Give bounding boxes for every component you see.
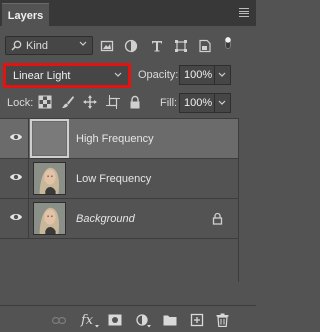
eye-visibility-icon[interactable] [9, 212, 23, 222]
layer-row-background[interactable]: Background [0, 199, 238, 239]
group-folder-icon[interactable] [163, 314, 177, 326]
portrait-thumbnail[interactable] [33, 162, 66, 195]
link-layers-icon[interactable] [52, 317, 66, 324]
chevron-down-icon [218, 100, 226, 105]
trash-icon[interactable] [216, 313, 229, 327]
add-mask-icon[interactable] [108, 314, 122, 326]
type-layer-filter-icon[interactable] [150, 39, 164, 53]
chevron-down-icon [79, 41, 87, 46]
search-icon [11, 40, 22, 51]
tab-label: Layers [7, 9, 44, 22]
fill-input[interactable]: 100% [179, 93, 215, 113]
kind-filter-label: Kind [26, 40, 49, 52]
lock-all-icon[interactable] [128, 95, 142, 109]
layer-row-low-frequency[interactable]: Low Frequency [0, 159, 238, 199]
panel-menu-icon[interactable] [239, 8, 249, 17]
lock-artboard-icon[interactable] [106, 95, 120, 109]
blend-mode-value: Linear Light [13, 70, 71, 82]
layer-name[interactable]: Low Frequency [76, 173, 151, 185]
eye-visibility-icon[interactable] [9, 172, 23, 182]
lock-position-icon[interactable] [83, 95, 97, 109]
fill-dropdown-button[interactable] [215, 93, 231, 113]
layers-scrollbar[interactable] [238, 118, 256, 282]
tab-layers[interactable]: Layers [2, 3, 49, 27]
svg-text:fx: fx [80, 313, 94, 328]
layers-list: High Frequency Low Frequency Background [0, 118, 238, 283]
chevron-down-icon [114, 72, 122, 77]
layer-name[interactable]: High Frequency [76, 133, 154, 145]
adjustment-layer-filter-icon[interactable] [124, 39, 138, 53]
opacity-dropdown-button[interactable] [215, 65, 231, 85]
pixel-layer-filter-icon[interactable] [100, 39, 114, 53]
panel-titlebar: Layers [0, 0, 256, 27]
blend-mode-select[interactable]: Linear Light [5, 65, 129, 86]
adjustment-layer-icon[interactable] [136, 314, 152, 328]
lock-transparent-pixels-icon[interactable] [38, 95, 52, 109]
fill-label: Fill: [160, 97, 178, 109]
layers-bottom-toolbar: fx [0, 305, 256, 332]
chevron-down-icon [218, 72, 226, 77]
kind-filter-select[interactable]: Kind [5, 36, 93, 55]
opacity-input[interactable]: 100% [179, 65, 215, 85]
filter-toggle-icon[interactable] [221, 36, 235, 50]
opacity-label: Opacity: [138, 69, 179, 81]
fx-icon[interactable]: fx [80, 312, 100, 328]
shape-layer-filter-icon[interactable] [174, 39, 188, 53]
layer-row-high-frequency[interactable]: High Frequency [0, 119, 238, 159]
lock-label: Lock: [7, 97, 34, 109]
eye-visibility-icon[interactable] [9, 132, 23, 142]
lock-icon [212, 212, 223, 225]
smart-object-filter-icon[interactable] [198, 39, 212, 53]
portrait-thumbnail[interactable] [33, 202, 66, 235]
lock-image-pixels-icon[interactable] [61, 95, 75, 109]
new-layer-icon[interactable] [190, 313, 204, 327]
filter-row: Kind [0, 34, 256, 58]
layer-name[interactable]: Background [76, 213, 135, 225]
layer-thumbnail[interactable] [30, 119, 69, 158]
